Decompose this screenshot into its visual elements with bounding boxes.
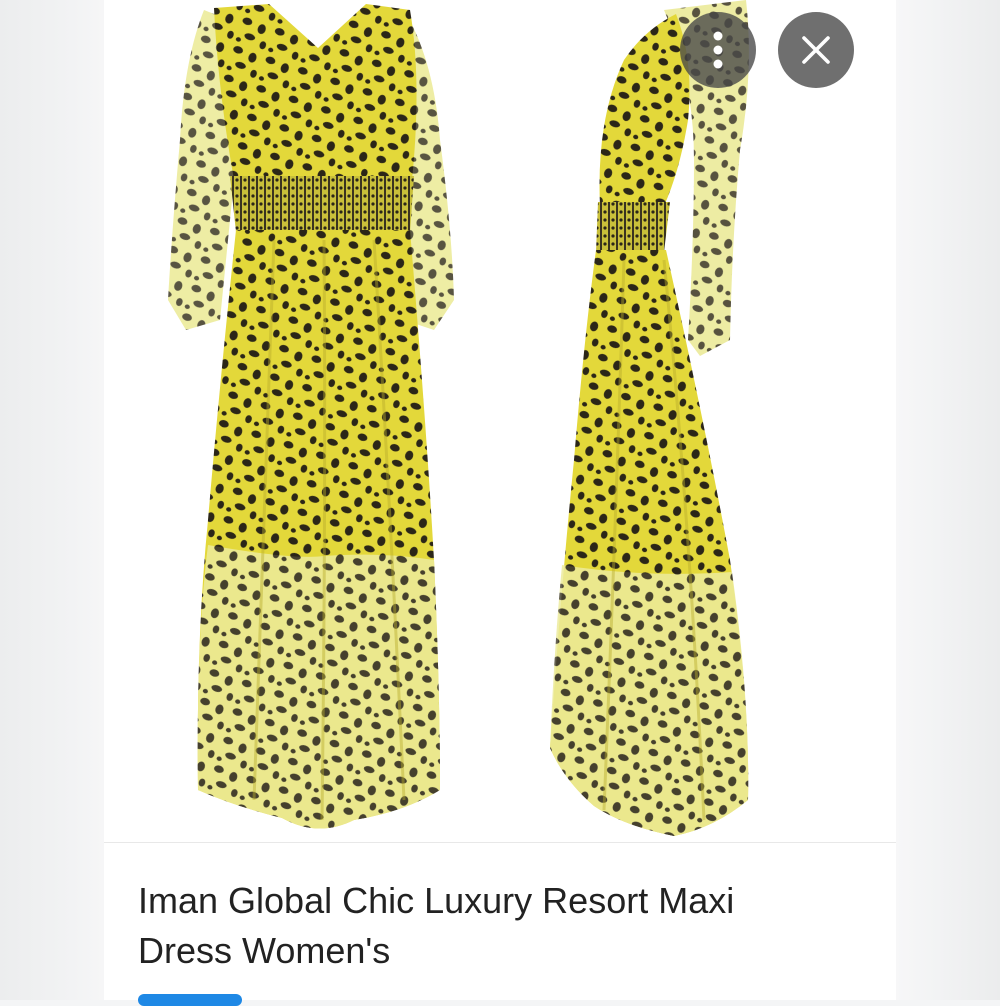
close-icon: [802, 36, 830, 64]
more-options-button[interactable]: [680, 12, 756, 88]
more-vertical-icon: [713, 31, 723, 69]
close-button[interactable]: [778, 12, 854, 88]
dress-front-view: [168, 4, 454, 829]
divider: [104, 842, 896, 843]
primary-action-button[interactable]: [138, 994, 242, 1006]
product-photo[interactable]: [104, 0, 896, 842]
product-title[interactable]: Iman Global Chic Luxury Resort Maxi Dres…: [138, 876, 838, 976]
dress-image: [168, 0, 749, 836]
left-backdrop: [0, 0, 104, 1000]
product-card: Iman Global Chic Luxury Resort Maxi Dres…: [104, 0, 896, 1006]
right-backdrop: [896, 0, 1000, 1000]
dress-side-view: [550, 0, 749, 836]
